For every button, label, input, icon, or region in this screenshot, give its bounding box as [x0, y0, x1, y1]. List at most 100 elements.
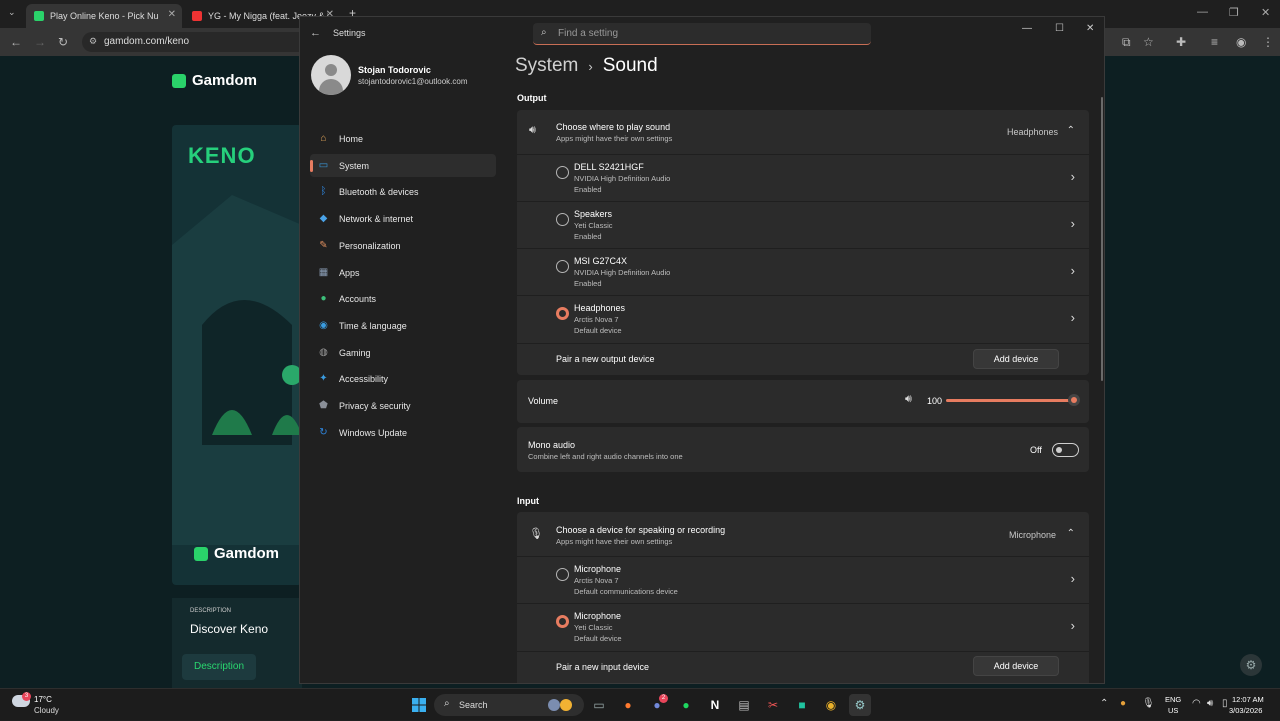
device-row[interactable]: Headphones Arctis Nova 7 Default device ›: [517, 296, 1089, 342]
device-radio[interactable]: [556, 307, 569, 320]
chevron-right-icon[interactable]: ›: [1071, 263, 1075, 278]
device-radio[interactable]: [556, 166, 569, 179]
device-row[interactable]: Microphone Arctis Nova 7 Default communica…: [517, 557, 1089, 603]
avatar[interactable]: [311, 55, 351, 95]
tray-app-icon[interactable]: ●: [1120, 698, 1126, 709]
forward-icon[interactable]: →: [34, 35, 46, 49]
site-info-icon[interactable]: ⚙: [89, 36, 97, 47]
close-icon[interactable]: ✕: [1086, 23, 1094, 34]
restore-icon[interactable]: ❐: [1229, 6, 1239, 19]
back-arrow-icon[interactable]: ←: [310, 27, 321, 39]
sidebar-item-home[interactable]: ⌂ Home: [310, 127, 496, 150]
device-radio[interactable]: [556, 615, 569, 628]
device-name: Microphone: [574, 611, 622, 621]
sidebar-item-bluetooth-devices[interactable]: ᛒ Bluetooth & devices: [310, 180, 496, 203]
description-tab-button[interactable]: Description: [182, 654, 256, 680]
teal-app-icon[interactable]: ■: [791, 694, 813, 716]
sidebar-item-personalization[interactable]: ✎ Personalization: [310, 234, 496, 257]
spotify-icon[interactable]: ●: [675, 694, 697, 716]
mono-audio-toggle[interactable]: [1052, 443, 1079, 457]
scrollbar[interactable]: [1101, 97, 1103, 381]
taskbar-search[interactable]: ⌕ Search: [434, 694, 584, 716]
keyboard-app-icon[interactable]: ▤: [733, 694, 755, 716]
file-explorer-icon[interactable]: ▭: [588, 694, 610, 716]
device-radio[interactable]: [556, 213, 569, 226]
page-settings-icon[interactable]: ⚙: [1240, 654, 1262, 676]
sidebar-item-gaming[interactable]: ◍ Gaming: [310, 341, 496, 364]
close-window-icon[interactable]: ✕: [1261, 6, 1270, 19]
sidebar-item-windows-update[interactable]: ↻ Windows Update: [310, 421, 496, 444]
back-icon[interactable]: ←: [10, 35, 22, 49]
reload-icon[interactable]: ↻: [58, 35, 68, 49]
browser-tab-keno[interactable]: Play Online Keno - Pick Nu ✕: [26, 4, 182, 28]
weather-temperature[interactable]: 17°C: [34, 695, 52, 704]
chevron-right-icon[interactable]: ›: [1071, 310, 1075, 325]
gamdom-logo[interactable]: Gamdom: [172, 72, 257, 89]
chrome-icon[interactable]: ◉: [820, 694, 842, 716]
snipping-tool-icon[interactable]: ✂: [762, 694, 784, 716]
chevron-right-icon[interactable]: ›: [1071, 571, 1075, 586]
tab-list-dropdown-icon[interactable]: ⌄: [8, 7, 16, 18]
profile-icon[interactable]: ◉: [1236, 35, 1246, 49]
volume-tray-icon[interactable]: 🔊︎: [1207, 698, 1213, 709]
language-indicator[interactable]: ENG: [1165, 695, 1181, 704]
wifi-icon[interactable]: ◠: [1192, 698, 1201, 709]
show-hidden-icons-chevron-icon[interactable]: ⌃: [1100, 698, 1108, 709]
sidebar-item-privacy-security[interactable]: ⬟ Privacy & security: [310, 394, 496, 417]
volume-speaker-icon[interactable]: 🔊︎: [905, 393, 912, 406]
start-button[interactable]: [408, 694, 430, 716]
gamdom-favicon-icon: [34, 11, 44, 21]
taskbar-search-label: Search: [459, 700, 488, 710]
notion-icon[interactable]: N: [704, 694, 726, 716]
chevron-up-icon[interactable]: ⌃: [1067, 125, 1075, 136]
keyboard-layout[interactable]: US: [1168, 706, 1178, 715]
add-output-device-button[interactable]: Add device: [973, 349, 1059, 369]
sidebar-item-time-language[interactable]: ◉ Time & language: [310, 314, 496, 337]
bookmark-star-icon[interactable]: ☆: [1143, 35, 1154, 49]
user-name: Stojan Todorovic: [358, 65, 431, 75]
microphone-tray-icon[interactable]: 🎙︎: [1142, 698, 1155, 709]
device-row[interactable]: DELL S2421HGF NVIDIA High Definition Audi…: [517, 155, 1089, 201]
clock-time[interactable]: 12:07 AM: [1232, 695, 1264, 704]
discord-icon[interactable]: ● 2: [646, 694, 668, 716]
breadcrumb-root[interactable]: System: [515, 55, 578, 77]
home-icon: ⌂: [320, 133, 327, 144]
keno-artwork: [172, 195, 302, 545]
sidebar-item-label: Apps: [339, 267, 360, 278]
volume-slider-track[interactable]: [946, 399, 1074, 402]
install-app-icon[interactable]: ⧉: [1122, 35, 1131, 50]
clock-date[interactable]: 3/03/2026: [1229, 706, 1262, 715]
device-row[interactable]: Speakers Yeti Classic Enabled ›: [517, 202, 1089, 248]
sidebar-item-accounts[interactable]: ● Accounts: [310, 287, 496, 310]
reading-list-icon[interactable]: ≡: [1211, 35, 1218, 49]
chevron-right-icon[interactable]: ›: [1071, 618, 1075, 633]
sidebar-item-label: Personalization: [339, 240, 401, 251]
description-panel: DESCRIPTION Discover Keno Description: [172, 598, 302, 688]
firefox-icon[interactable]: ●: [617, 694, 639, 716]
chevron-up-icon[interactable]: ⌃: [1067, 528, 1075, 539]
chevron-right-icon[interactable]: ›: [1071, 216, 1075, 231]
add-input-device-button[interactable]: Add device: [973, 656, 1059, 676]
extensions-icon[interactable]: ✚: [1176, 35, 1186, 49]
settings-taskbar-icon[interactable]: ⚙: [849, 694, 871, 716]
device-radio[interactable]: [556, 568, 569, 581]
device-row[interactable]: Microphone Yeti Classic Default device ›: [517, 604, 1089, 650]
device-radio[interactable]: [556, 260, 569, 273]
minimize-icon[interactable]: —: [1197, 6, 1208, 18]
minimize-icon[interactable]: —: [1022, 23, 1032, 34]
settings-search-input[interactable]: ⌕ Find a setting: [533, 23, 871, 45]
weather-description[interactable]: Cloudy: [34, 706, 59, 715]
volume-slider-thumb[interactable]: [1068, 394, 1080, 406]
browser-menu-icon[interactable]: ⋮: [1262, 35, 1274, 49]
chevron-right-icon[interactable]: ›: [1071, 169, 1075, 184]
battery-icon[interactable]: ▯: [1222, 698, 1228, 709]
close-tab-icon[interactable]: ✕: [168, 9, 176, 20]
sidebar-item-accessibility[interactable]: ✦ Accessibility: [310, 367, 496, 390]
output-selector-header[interactable]: 🔊︎ Choose where to play sound Apps might…: [517, 110, 1089, 154]
sidebar-item-system[interactable]: ▭ System: [310, 153, 496, 177]
device-row[interactable]: MSI G27C4X NVIDIA High Definition Audio En…: [517, 249, 1089, 295]
sidebar-item-network-internet[interactable]: ◆ Network & internet: [310, 207, 496, 230]
maximize-icon[interactable]: ☐: [1055, 23, 1064, 34]
sidebar-item-apps[interactable]: ▦ Apps: [310, 261, 496, 284]
input-selector-header[interactable]: 🎙︎ Choose a device for speaking or recor…: [517, 512, 1089, 557]
